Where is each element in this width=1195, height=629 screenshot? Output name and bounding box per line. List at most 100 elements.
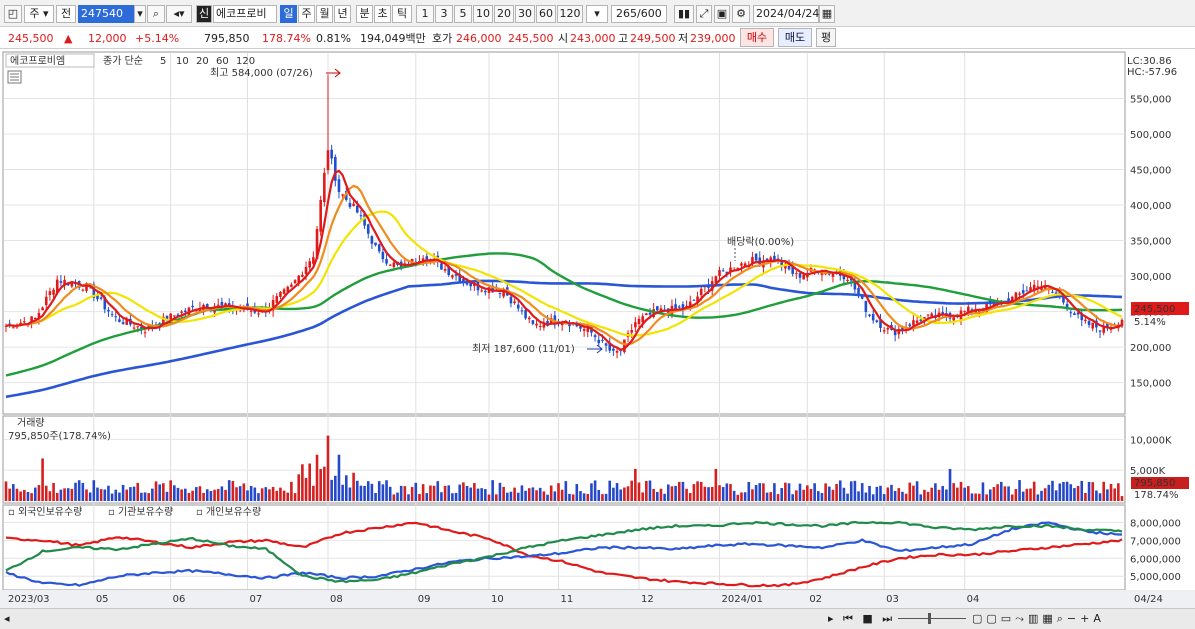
candle-body [542,324,546,328]
volume-bar [1036,494,1040,501]
volume-bar [59,489,63,501]
volume-bar [484,489,487,501]
stock-code-input[interactable]: 247540 [78,5,134,23]
x-tick-label: 04 [967,594,980,605]
volume-title: 거래량 [17,417,45,429]
ask-label: 호가 [432,32,453,45]
volume-bar [838,480,842,501]
sell-button[interactable]: 매도 [778,28,812,47]
interval-5[interactable]: 5 [454,5,472,23]
volume-bar [857,491,860,501]
high-price: 249,500 [630,32,676,45]
volume-bar [842,487,846,501]
interval-120[interactable]: 120 [557,5,583,23]
tab-second[interactable]: 초 [374,5,391,23]
interval-3[interactable]: 3 [435,5,453,23]
tab-week[interactable]: 주 [298,5,315,23]
volume-bar [1025,488,1029,501]
candle-body [114,316,118,318]
tab-day[interactable]: 일 [280,5,297,23]
volume-bar [293,493,297,501]
volume-bar [242,483,246,501]
volume-bar [99,489,103,501]
interval-20[interactable]: 20 [494,5,514,23]
zoom-slider[interactable] [898,618,966,619]
dividend-annotation: 배당락(0.00%) [727,236,794,248]
calendar-icon[interactable]: ▦ [819,5,835,23]
change-percent: +5.14% [135,32,180,45]
volume-bar [784,482,787,501]
date-field[interactable]: 2024/04/24 [753,5,819,23]
volume-bar [44,485,48,501]
volume-bar [692,484,696,501]
code-dropdown-icon[interactable]: ▾ [134,5,146,23]
candle-body [180,311,183,313]
view-toolbar[interactable]: ▢▢▭⤳▥▦⌕−+A [972,612,1105,626]
price-tick-label: 500,000 [1130,130,1171,141]
low-price: 239,000 [690,32,736,45]
volume-bar [1117,483,1120,501]
scroll-left-icon[interactable]: ◂ [4,612,10,625]
buy-button[interactable]: 매수 [740,28,774,47]
chart-menu-icon[interactable]: ◰ [4,5,22,23]
draw-tool-icon[interactable]: ⤢ [696,5,712,23]
gear-icon[interactable]: ⚙ [732,5,750,23]
candle-body [1084,319,1087,321]
interval-dropdown-icon[interactable]: ▾ [586,5,608,23]
volume-bar [502,486,505,501]
interval-30[interactable]: 30 [515,5,535,23]
candle-body [516,304,520,309]
volume-bar [963,487,966,501]
volume-tag-pct: 178.74% [1134,490,1179,501]
candle-body [370,236,374,244]
candle-body [963,310,966,312]
period-select[interactable]: 주 ▾ [24,5,54,23]
volume-bar [974,493,977,501]
scrollbar[interactable]: ◂ ▸ ⏮ ■ ⏭ ▢▢▭⤳▥▦⌕−+A [0,608,1195,629]
trade-amount: 194,049백만 [360,32,426,45]
volume-bar [191,490,194,501]
volume-bar [901,491,904,501]
prev-button[interactable]: 전 [56,5,76,23]
volume-bar [505,492,509,501]
interval-10[interactable]: 10 [473,5,493,23]
price-tick-label: 550,000 [1130,95,1171,106]
candle-type-icon[interactable]: ▮▮ [674,5,694,23]
tab-tick[interactable]: 틱 [392,5,412,23]
candle-body [44,296,48,306]
search-icon[interactable]: ⌕ [147,5,165,23]
change-value: 12,000 [88,32,127,45]
volume-bar [81,482,85,501]
count-field[interactable]: 265/600 [611,5,667,23]
volume-bar [718,485,721,501]
tab-year[interactable]: 년 [334,5,351,23]
volume-bar [275,490,279,501]
volume-bar [121,484,125,501]
candle-body [304,266,308,275]
interval-1[interactable]: 1 [416,5,434,23]
volume-bar [173,485,176,501]
tab-month[interactable]: 월 [316,5,333,23]
save-icon[interactable]: ▣ [714,5,730,23]
interval-60[interactable]: 60 [536,5,556,23]
volume-bar [666,484,670,501]
volume-bar [1113,488,1116,501]
volume-bar [374,492,377,501]
tab-minute[interactable]: 분 [356,5,373,23]
candle-body [143,332,147,334]
volume-bar [937,489,941,501]
candle-body [798,273,802,278]
speaker-icon[interactable]: ◂▾ [166,5,192,23]
candle-body [355,205,359,213]
volume-bar [806,485,809,501]
playback-controls[interactable]: ▸ ⏮ ■ ⏭ [828,612,895,626]
candle-body [604,343,608,346]
eval-button[interactable]: 평 [816,28,836,47]
chart-area[interactable]: 150,000200,000250,000300,000350,000400,0… [0,49,1195,608]
volume-bar [582,493,586,501]
candle-body [623,339,626,353]
volume-bar [1109,483,1113,501]
volume-bar [363,485,366,501]
volume-bar [103,489,107,501]
zoom-thumb[interactable] [928,613,931,624]
